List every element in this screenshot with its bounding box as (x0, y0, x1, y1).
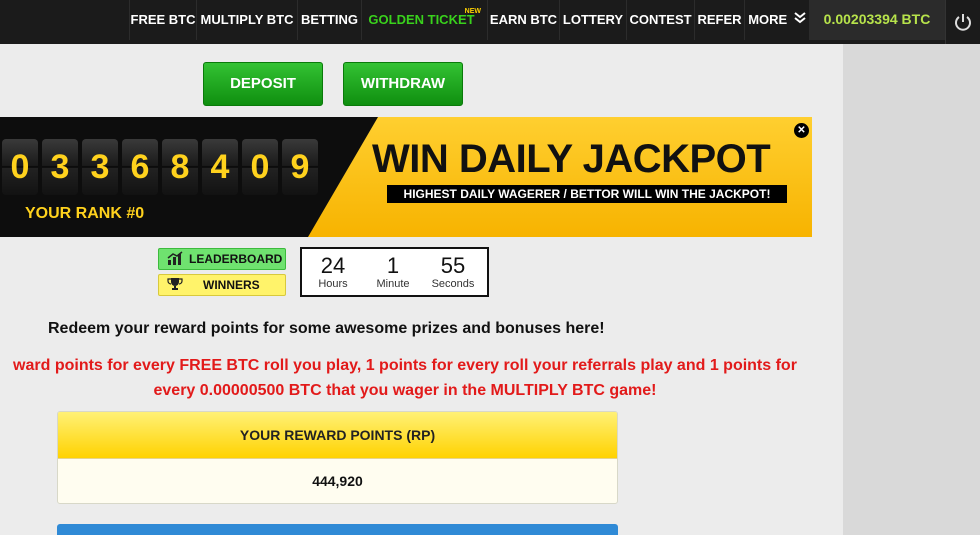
jackpot-title: WIN DAILY JACKPOT (372, 137, 771, 181)
timer-minutes-value: 1 (386, 253, 400, 278)
jackpot-digit: 0 (2, 139, 38, 195)
jackpot-banner: 0 3 3 6 8 4 0 9 YOUR RANK #0 WIN DAILY J… (0, 117, 812, 237)
jackpot-subtitle: HIGHEST DAILY WAGERER / BETTOR WILL WIN … (387, 185, 787, 203)
nav-more[interactable]: MORE (744, 0, 809, 40)
btc-balance: 0.00203394 BTC (809, 0, 945, 40)
reward-points-title: YOUR REWARD POINTS (RP) (58, 412, 617, 459)
double-chevron-down-icon (794, 0, 806, 39)
your-rank: YOUR RANK #0 (25, 205, 145, 222)
nav-golden-ticket[interactable]: GOLDEN TICKET NEW (361, 0, 487, 40)
timer-minutes: 1 Minute (363, 253, 423, 291)
jackpot-digit: 3 (82, 139, 118, 195)
timer-seconds: 55 Seconds (423, 253, 483, 291)
new-badge: NEW (464, 8, 481, 15)
nav-contest[interactable]: CONTEST (626, 0, 694, 40)
top-nav: FREE BTC MULTIPLY BTC BETTING GOLDEN TIC… (0, 0, 980, 44)
nav-refer[interactable]: REFER (694, 0, 744, 40)
blue-panel-header (57, 524, 618, 535)
reward-info-line-1: ward points for every FREE BTC roll you … (13, 357, 797, 374)
close-icon[interactable]: ✕ (794, 123, 809, 138)
nav-multiply-btc[interactable]: MULTIPLY BTC (196, 0, 297, 40)
timer-hours: 24 Hours (303, 253, 363, 291)
more-label: MORE (748, 12, 788, 27)
jackpot-digit: 8 (162, 139, 198, 195)
deposit-button[interactable]: DEPOSIT (203, 62, 323, 106)
trophy-icon (167, 277, 183, 297)
jackpot-digit: 3 (42, 139, 78, 195)
timer-hours-value: 24 (320, 253, 346, 278)
nav-betting[interactable]: BETTING (297, 0, 361, 40)
jackpot-digit: 6 (122, 139, 158, 195)
leaderboard-button[interactable]: LEADERBOARD (158, 248, 286, 270)
reward-points-box: YOUR REWARD POINTS (RP) 444,920 (57, 411, 618, 504)
chart-icon (167, 251, 183, 271)
leaderboard-label: LEADERBOARD (189, 252, 283, 266)
jackpot-countdown: 24 Hours 1 Minute 55 Seconds (300, 247, 489, 297)
reward-points-info: ward points for every FREE BTC roll you … (0, 353, 820, 403)
reward-info-line-2: every 0.00000500 BTC that you wager in t… (153, 382, 657, 399)
jackpot-digit: 4 (202, 139, 238, 195)
nav-free-btc[interactable]: FREE BTC (129, 0, 196, 40)
jackpot-digit: 9 (282, 139, 318, 195)
winners-button[interactable]: WINNERS (158, 274, 286, 296)
redeem-heading: Redeem your reward points for some aweso… (48, 320, 605, 337)
timer-seconds-label: Seconds (431, 278, 475, 290)
nav-lottery[interactable]: LOTTERY (559, 0, 626, 40)
timer-hours-label: Hours (318, 278, 348, 290)
jackpot-digit: 0 (242, 139, 278, 195)
golden-ticket-label: GOLDEN TICKET (368, 12, 475, 27)
nav-earn-btc[interactable]: EARN BTC (487, 0, 559, 40)
timer-minutes-label: Minute (376, 278, 410, 290)
reward-points-value: 444,920 (312, 473, 363, 489)
side-strip (843, 44, 980, 535)
winners-label: WINNERS (203, 278, 260, 292)
timer-seconds-value: 55 (440, 253, 466, 278)
power-icon[interactable] (945, 0, 980, 44)
withdraw-button[interactable]: WITHDRAW (343, 62, 463, 106)
